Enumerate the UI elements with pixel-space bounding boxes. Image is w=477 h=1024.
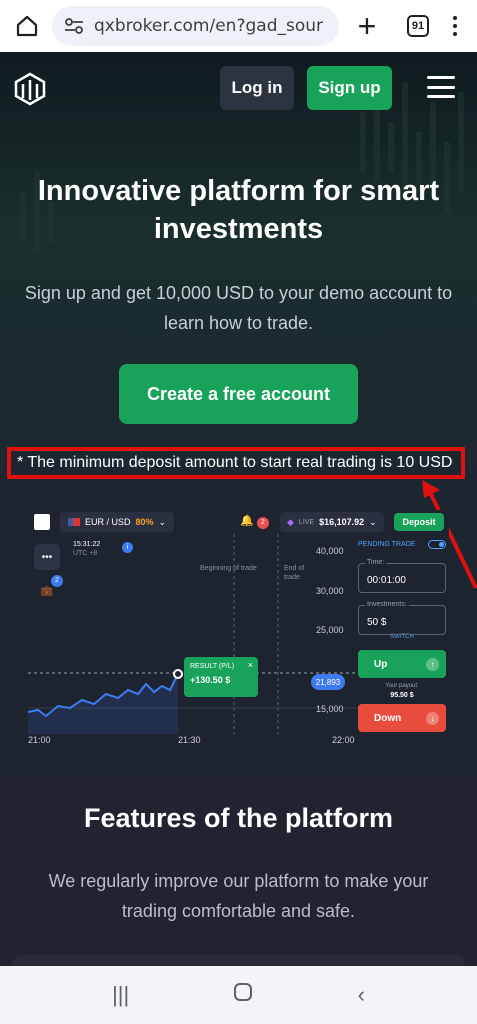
arrow-up-icon: ↑ [426,657,439,671]
trade-panel: PENDING TRADE Time: 00:01:00 Investments:… [358,540,446,732]
hero-title: Innovative platform for smart investment… [37,175,440,245]
platform-preview: EUR / USD 80% ⌄ 🔔 2 ◆ LIVE $16,107.92 ⌄ … [28,510,449,750]
y-tick: 25,000 [316,625,344,635]
diamond-icon: ◆ [287,516,294,527]
up-button: Up ↑ [358,650,446,678]
result-value: +130.50 $ [190,675,231,685]
payout-label: Your payout: [385,683,419,689]
investment-field: Investments: 50 $ [358,601,446,635]
address-bar[interactable]: qxbroker.com/en?gad_sour [52,6,339,46]
home-icon[interactable] [10,9,44,43]
notifications: 🔔 2 [240,514,269,529]
pending-trade: PENDING TRADE [358,540,446,549]
result-popup: RESULT (P/L) × +130.50 $ [184,657,258,697]
system-navigation-bar: ||| ‹ [0,966,477,1024]
hamburger-menu-icon[interactable] [427,76,455,98]
down-button: Down ↓ [358,704,446,732]
asset-payout-pct: 80% [135,517,154,527]
chevron-down-icon: ⌄ [369,516,377,527]
close-icon: × [247,660,253,670]
top-navigation: Log in Sign up [0,66,477,112]
y-tick: 15,000 [316,704,344,714]
browser-toolbar: qxbroker.com/en?gad_sour + 91 [0,0,477,52]
home-button-icon[interactable] [233,982,253,1008]
us-flag-icon [68,518,80,526]
recent-apps-icon[interactable]: ||| [112,982,129,1008]
qx-logo-icon[interactable] [14,72,46,106]
end-of-trade-label: End of trade [284,565,305,581]
notification-badge: 2 [256,517,269,529]
time-label: Time: [365,559,387,566]
x-tick: 22:00 [332,735,355,745]
chevron-down-icon: ⌄ [158,516,167,527]
beginning-of-trade-label: Beginning of trade [200,565,257,572]
investment-value: 50 $ [367,617,387,628]
y-tick: 40,000 [316,546,344,556]
result-label: RESULT (P/L) [190,663,235,670]
investment-label: Investments: [365,601,409,608]
live-label: LIVE [298,518,315,526]
balance-selector: ◆ LIVE $16,107.92 ⌄ [280,512,384,532]
features-text: We regularly improve our platform to mak… [48,871,429,921]
signup-button[interactable]: Sign up [307,66,392,110]
balance-value: $16,107.92 [319,517,365,527]
arrow-down-icon: ↓ [426,711,439,725]
features-title: Features of the platform [83,803,394,833]
payout-value: 95.50 $ [390,692,414,699]
y-tick: 30,000 [316,586,344,596]
time-field: Time: 00:01:00 [358,559,446,593]
asset-selector: EUR / USD 80% ⌄ [60,512,175,532]
down-label: Down [374,712,402,724]
hero-subtitle: Sign up and get 10,000 USD to your demo … [24,283,453,333]
deposit-button: Deposit [394,513,444,531]
hero-section: Log in Sign up Innovative platform for s… [0,52,477,774]
create-account-button[interactable]: Create a free account [119,364,358,424]
pending-trade-label: PENDING TRADE [358,541,416,548]
payout: Your payout: 95.50 $ [358,682,446,701]
asset-pair: EUR / USD [85,517,131,527]
platform-menu-icon [34,514,50,530]
x-tick: 21:00 [28,735,51,745]
login-button[interactable]: Log in [220,66,294,110]
more-menu-icon[interactable] [443,16,467,36]
url-text: qxbroker.com/en?gad_sour [94,16,324,36]
up-label: Up [374,658,388,670]
back-icon[interactable]: ‹ [358,982,365,1008]
minimum-deposit-notice: * The minimum deposit amount to start re… [7,447,465,479]
bell-icon: 🔔 [240,515,254,527]
tab-switcher-button[interactable]: 91 [407,15,429,37]
x-tick: 21:30 [178,735,201,745]
site-settings-icon[interactable] [64,18,84,34]
time-value: 00:01:00 [367,575,406,586]
current-price-tag: 21,893 [311,674,345,690]
new-tab-button[interactable]: + [349,8,385,44]
pending-trade-toggle [428,540,446,549]
